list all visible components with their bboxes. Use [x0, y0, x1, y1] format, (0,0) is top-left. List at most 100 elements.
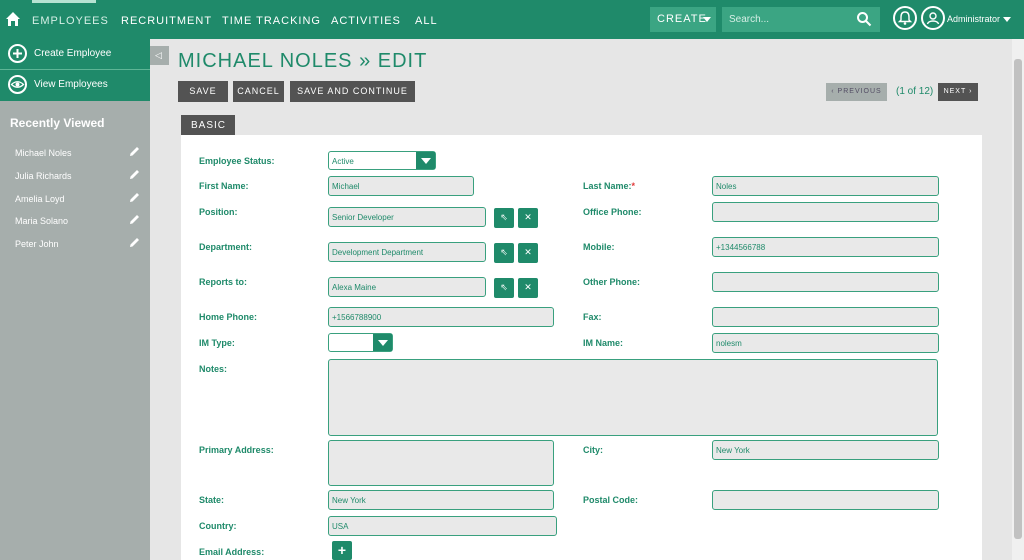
other-phone-input[interactable]: [712, 272, 939, 292]
create-label: CREATE: [657, 13, 707, 25]
clear-position-button[interactable]: ✕: [518, 208, 538, 228]
search-icon[interactable]: [856, 11, 872, 27]
pencil-icon[interactable]: [129, 214, 140, 225]
im-name-label: IM Name:: [583, 338, 624, 348]
pencil-icon[interactable]: [129, 146, 140, 157]
clear-department-button[interactable]: ✕: [518, 243, 538, 263]
nav-activities[interactable]: ACTIVITIES: [331, 15, 401, 27]
close-icon: ✕: [524, 247, 532, 257]
previous-label: PREVIOUS: [837, 88, 882, 95]
recent-item-label: Maria Solano: [15, 216, 69, 226]
active-nav-indicator: [32, 0, 96, 3]
city-input[interactable]: New York: [712, 440, 939, 460]
city-label: City:: [583, 445, 603, 455]
country-input[interactable]: USA: [328, 516, 557, 536]
user-avatar[interactable]: [921, 6, 945, 30]
pencil-icon[interactable]: [129, 237, 140, 248]
employee-status-value: Active: [332, 157, 354, 166]
home-icon[interactable]: [5, 11, 21, 27]
other-phone-label: Other Phone:: [583, 277, 641, 287]
department-input[interactable]: Development Department: [328, 242, 486, 262]
search-input[interactable]: Search...: [722, 7, 880, 32]
primary-address-textarea[interactable]: [328, 440, 554, 486]
recent-item[interactable]: Julia Richards: [15, 170, 139, 181]
home-phone-input[interactable]: +1566788900: [328, 307, 554, 327]
save-and-continue-button[interactable]: SAVE AND CONTINUE: [290, 81, 415, 102]
next-label: NEXT: [943, 88, 967, 95]
nav-employees[interactable]: EMPLOYEES: [32, 15, 109, 27]
notifications-button[interactable]: [893, 6, 917, 30]
last-name-label-text: Last Name:: [583, 181, 632, 191]
reports-to-input[interactable]: Alexa Maine: [328, 277, 486, 297]
primary-address-label: Primary Address:: [199, 445, 274, 455]
create-dropdown[interactable]: CREATE: [650, 7, 716, 32]
state-label: State:: [199, 495, 225, 505]
create-employee-action[interactable]: Create Employee: [0, 39, 150, 70]
pencil-icon[interactable]: [129, 169, 140, 180]
nav-time-tracking[interactable]: TIME TRACKING: [222, 15, 321, 27]
recent-item[interactable]: Maria Solano: [15, 215, 139, 226]
chevron-down-icon: [703, 17, 711, 22]
pencil-icon[interactable]: [129, 192, 140, 203]
mobile-input[interactable]: +1344566788: [712, 237, 939, 257]
page-scrollbar[interactable]: [1012, 39, 1024, 560]
previous-button[interactable]: ‹ PREVIOUS: [826, 83, 887, 101]
notes-label: Notes:: [199, 364, 228, 374]
clear-reports-to-button[interactable]: ✕: [518, 278, 538, 298]
select-reports-to-button[interactable]: ⇖: [494, 278, 514, 298]
notes-textarea[interactable]: [328, 359, 938, 436]
im-type-select[interactable]: [328, 333, 393, 352]
employee-status-select[interactable]: Active: [328, 151, 436, 170]
next-button[interactable]: NEXT ›: [938, 83, 978, 101]
office-phone-label: Office Phone:: [583, 207, 642, 217]
record-position: (1 of 12): [896, 86, 934, 97]
select-position-button[interactable]: ⇖: [494, 208, 514, 228]
recent-item-label: Michael Noles: [15, 148, 72, 158]
recent-item[interactable]: Michael Noles: [15, 147, 139, 158]
fax-label: Fax:: [583, 312, 602, 322]
arrow-select-icon: ⇖: [500, 212, 508, 222]
recent-item[interactable]: Amelia Loyd: [15, 193, 139, 204]
create-employee-label: Create Employee: [34, 48, 112, 59]
fax-input[interactable]: [712, 307, 939, 327]
reports-to-label: Reports to:: [199, 277, 247, 287]
page-title: MICHAEL NOLES » EDIT: [178, 50, 428, 72]
plus-icon: +: [337, 542, 347, 558]
position-input[interactable]: Senior Developer: [328, 207, 486, 227]
chevron-down-icon: [416, 152, 435, 169]
view-employees-label: View Employees: [34, 79, 108, 90]
state-input[interactable]: New York: [328, 490, 554, 510]
select-department-button[interactable]: ⇖: [494, 243, 514, 263]
im-type-label: IM Type:: [199, 338, 235, 348]
department-label: Department:: [199, 242, 253, 252]
cancel-button[interactable]: CANCEL: [233, 81, 284, 102]
im-name-input[interactable]: nolesm: [712, 333, 939, 353]
recent-item[interactable]: Peter John: [15, 238, 139, 249]
search-placeholder: Search...: [729, 14, 770, 25]
nav-recruitment[interactable]: RECRUITMENT: [121, 15, 212, 27]
plus-circle-icon: [8, 44, 27, 63]
postal-code-input[interactable]: [712, 490, 939, 510]
first-name-input[interactable]: Michael: [328, 176, 474, 196]
add-email-button[interactable]: +: [332, 541, 352, 560]
nav-all[interactable]: ALL: [415, 15, 438, 27]
user-icon: [926, 12, 940, 25]
scrollbar-thumb[interactable]: [1014, 59, 1022, 539]
save-button[interactable]: SAVE: [178, 81, 228, 102]
sidebar: Create Employee View Employees Recently …: [0, 39, 150, 560]
user-menu[interactable]: Administrator: [947, 14, 1012, 24]
email-address-label: Email Address:: [199, 547, 265, 557]
collapse-sidebar-button[interactable]: ◁: [150, 46, 169, 65]
user-name: Administrator: [947, 14, 1001, 24]
top-nav-bar: EMPLOYEES RECRUITMENT TIME TRACKING ACTI…: [0, 0, 1024, 39]
mobile-label: Mobile:: [583, 242, 615, 252]
eye-icon: [8, 75, 27, 94]
close-icon: ✕: [524, 212, 532, 222]
view-employees-action[interactable]: View Employees: [0, 70, 150, 101]
office-phone-input[interactable]: [712, 202, 939, 222]
recent-item-label: Peter John: [15, 239, 59, 249]
tab-basic[interactable]: BASIC: [181, 115, 235, 136]
arrow-select-icon: ⇖: [500, 247, 508, 257]
last-name-input[interactable]: Noles: [712, 176, 939, 196]
employee-status-label: Employee Status:: [199, 156, 275, 166]
